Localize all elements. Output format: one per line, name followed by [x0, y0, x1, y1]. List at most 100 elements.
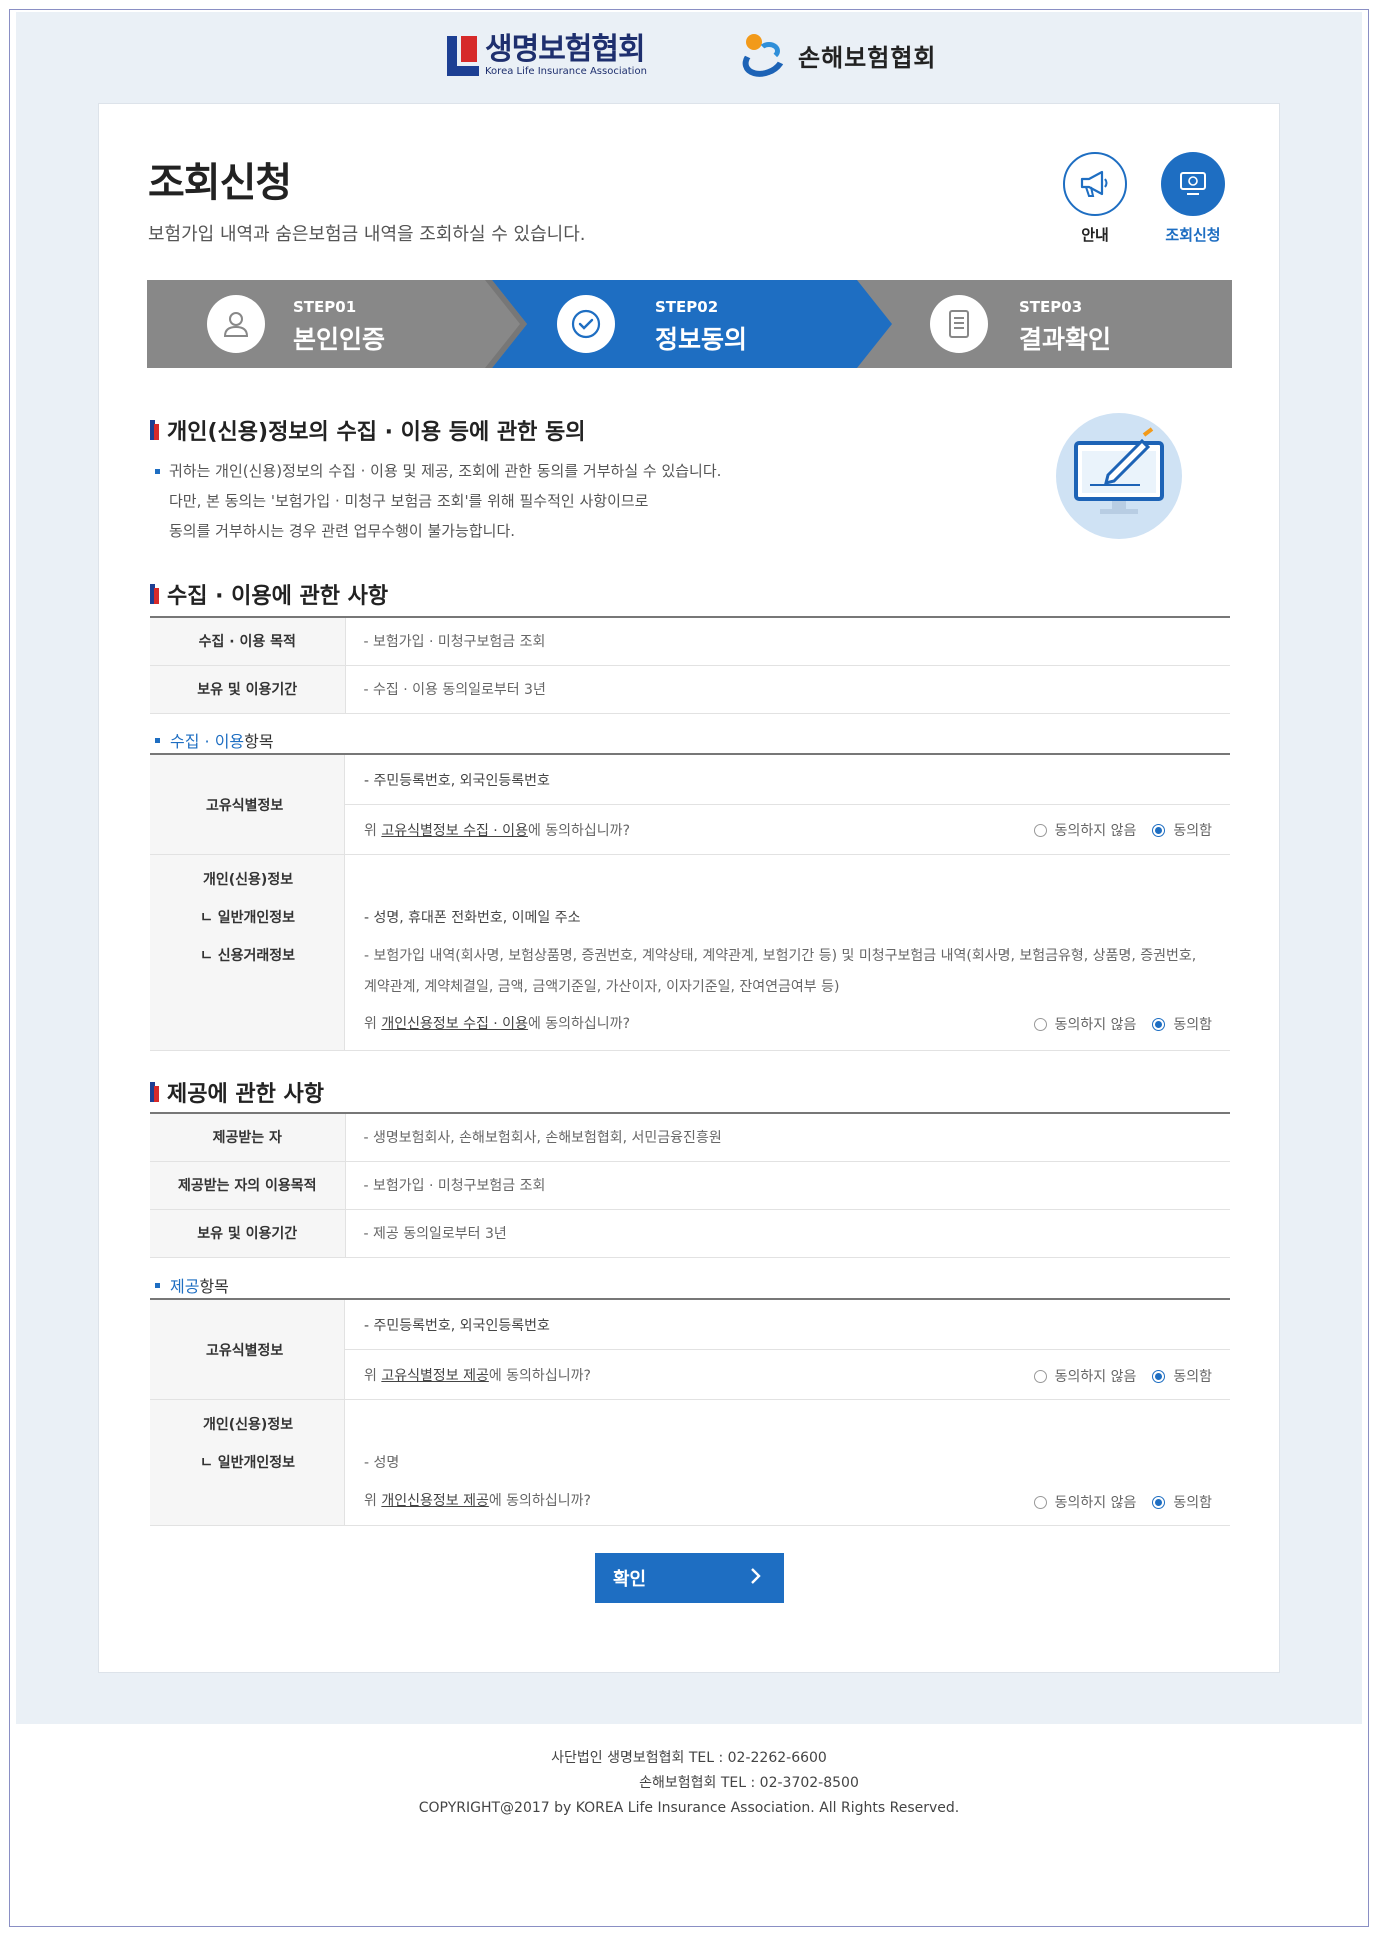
page-title: 조회신청	[148, 160, 292, 206]
provide-purpose-key: 제공받는 자의 이용목적	[150, 1161, 346, 1210]
provide-personal-question: 위 개인신용정보 제공에 동의하십니까?	[364, 1493, 591, 1509]
step-3-number: STEP03	[1019, 298, 1083, 316]
collect-title-text: 수집 · 이용에 관한 사항	[167, 584, 389, 609]
section-flag-icon	[150, 1082, 159, 1102]
step-2-number: STEP02	[655, 298, 719, 316]
provide-personal-key-1: 개인(신용)정보	[203, 1417, 294, 1433]
table-row: 제공받는 자 - 생명보험회사, 손해보험회사, 손해보험협회, 서민금융진흥원	[150, 1113, 1230, 1162]
nonlife-logo-kr: 손해보험협회	[798, 43, 937, 72]
collect-uid-question: 위 고유식별정보 수집 · 이용에 동의하십니까?	[364, 823, 630, 839]
check-circle-icon	[557, 295, 615, 353]
collect-uid-disagree-radio[interactable]: 동의하지 않음	[1033, 820, 1136, 840]
provide-recipient-key: 제공받는 자	[150, 1113, 346, 1162]
provide-uid-value: - 주민등록번호, 외국인등록번호	[364, 1318, 550, 1334]
consent-title-text: 개인(신용)정보의 수집 · 이용 등에 관한 동의	[167, 420, 586, 445]
consent-intro: 귀하는 개인(신용)정보의 수집 · 이용 및 제공, 조회에 관한 동의를 거…	[155, 456, 721, 546]
provide-items-block: 고유식별정보 - 주민등록번호, 외국인등록번호 위 고유식별정보 제공에 동의…	[150, 1298, 1230, 1526]
collect-personal-key-cell: 개인(신용)정보 ㄴ 일반개인정보 ㄴ 신용거래정보	[150, 855, 345, 1051]
table-row: 보유 및 이용기간 - 수집 · 이용 동의일로부터 3년	[150, 665, 1230, 714]
collect-personal-disagree-radio[interactable]: 동의하지 않음	[1033, 1014, 1136, 1034]
confirm-button[interactable]: 확인	[595, 1553, 784, 1603]
collect-info-table: 수집 · 이용 목적 - 보험가입 · 미청구보험금 조회 보유 및 이용기간 …	[150, 616, 1230, 714]
collect-personal-value-1: - 성명, 휴대폰 전화번호, 이메일 주소	[364, 910, 581, 926]
collect-uid-key-cell: 고유식별정보	[150, 755, 345, 855]
provide-purpose-value: - 보험가입 · 미청구보험금 조회	[345, 1161, 1230, 1210]
step-2-name: 정보동의	[655, 325, 748, 354]
collect-period-value: - 수집 · 이용 동의일로부터 3년	[345, 665, 1230, 714]
page-subtitle: 보험가입 내역과 숨은보험금 내역을 조회하실 수 있습니다.	[148, 224, 586, 245]
provide-uid-key-cell: 고유식별정보	[150, 1300, 345, 1400]
provide-personal-radio-group: 동의하지 않음 동의함	[1018, 1492, 1212, 1512]
provide-uid-agree-radio[interactable]: 동의함	[1152, 1366, 1212, 1386]
provide-personal-key-2: ㄴ 일반개인정보	[200, 1455, 296, 1471]
provide-uid-key: 고유식별정보	[206, 1343, 284, 1359]
collect-items-rest: 항목	[244, 732, 274, 751]
guide-button[interactable]: 안내	[1063, 152, 1127, 245]
monitor-pen-illustration-icon	[1056, 413, 1182, 539]
collect-personal-value-2b: 계약관계, 계약체결일, 금액, 금액기준일, 가산이자, 이자기준일, 잔여연…	[364, 979, 840, 995]
collect-personal-agree-radio[interactable]: 동의함	[1152, 1014, 1212, 1034]
megaphone-icon	[1063, 152, 1127, 216]
collect-items-heading: 수집 · 이용 항목	[155, 728, 274, 752]
intro-line-1: 귀하는 개인(신용)정보의 수집 · 이용 및 제공, 조회에 관한 동의를 거…	[169, 462, 722, 480]
step-indicator: STEP01 본인인증 STEP02 정보동의 STEP03 결과확인	[147, 280, 1232, 368]
provide-period-key: 보유 및 이용기간	[150, 1209, 346, 1258]
step-1-name: 본인인증	[293, 325, 386, 354]
footer: 사단법인 생명보험협회 TEL : 02-2262-6600 손해보험협회 TE…	[16, 1724, 1362, 1924]
life-logo-mark-icon	[447, 34, 479, 78]
section-flag-icon	[150, 420, 159, 440]
collect-personal-key-2: ㄴ 일반개인정보	[200, 910, 296, 926]
collect-personal-key-3: ㄴ 신용거래정보	[200, 948, 296, 964]
person-icon	[207, 295, 265, 353]
collect-personal-radio-group: 동의하지 않음 동의함	[1018, 1014, 1212, 1034]
collect-period-key: 보유 및 이용기간	[150, 665, 346, 714]
collect-personal-key-1: 개인(신용)정보	[203, 872, 294, 888]
provide-info-table: 제공받는 자 - 생명보험회사, 손해보험회사, 손해보험협회, 서민금융진흥원…	[150, 1112, 1230, 1258]
provide-items-rest: 항목	[199, 1277, 229, 1296]
provide-personal-agree-radio[interactable]: 동의함	[1152, 1492, 1212, 1512]
provide-section-title: 제공에 관한 사항	[150, 1076, 324, 1108]
life-insurance-association-logo[interactable]: 생명보험협회 Korea Life Insurance Association	[447, 33, 647, 79]
consent-section-title: 개인(신용)정보의 수집 · 이용 등에 관한 동의	[150, 414, 586, 446]
collect-uid-key: 고유식별정보	[206, 798, 284, 814]
collect-uid-radio-group: 동의하지 않음 동의함	[1018, 820, 1212, 840]
apply-label: 조회신청	[1165, 226, 1221, 244]
table-row: 제공받는 자의 이용목적 - 보험가입 · 미청구보험금 조회	[150, 1161, 1230, 1210]
provide-items-hl: 제공	[170, 1277, 200, 1296]
provide-uid-disagree-radio[interactable]: 동의하지 않음	[1033, 1366, 1136, 1386]
step-3: STEP03 결과확인	[857, 280, 1232, 368]
provide-personal-value-1: - 성명	[364, 1455, 400, 1471]
intro-line-2: 다만, 본 동의는 '보험가입 · 미청구 보험금 조회'를 위해 필수적인 사…	[169, 492, 649, 510]
footer-copyright: COPYRIGHT@2017 by KOREA Life Insurance A…	[418, 1800, 960, 1816]
collect-uid-value: - 주민등록번호, 외국인등록번호	[364, 773, 550, 789]
table-row: 수집 · 이용 목적 - 보험가입 · 미청구보험금 조회	[150, 617, 1230, 666]
footer-line-1: 사단법인 생명보험협회 TEL : 02-2262-6600	[551, 1750, 827, 1766]
life-logo-kr: 생명보험협회	[485, 32, 646, 67]
collect-personal-value-2a: - 보험가입 내역(회사명, 보험상품명, 증권번호, 계약상태, 계약관계, …	[364, 948, 1197, 964]
section-flag-icon	[150, 584, 159, 604]
provide-recipient-value: - 생명보험회사, 손해보험회사, 손해보험협회, 서민금융진흥원	[345, 1113, 1230, 1162]
provide-personal-key-cell: 개인(신용)정보 ㄴ 일반개인정보	[150, 1400, 345, 1526]
step-1-number: STEP01	[293, 298, 357, 316]
nonlife-insurance-association-logo[interactable]: 손해보험협회	[737, 30, 937, 83]
collect-purpose-key: 수집 · 이용 목적	[150, 617, 346, 666]
provide-uid-question: 위 고유식별정보 제공에 동의하십니까?	[364, 1368, 591, 1384]
apply-button[interactable]: 조회신청	[1161, 152, 1225, 245]
collect-personal-question: 위 개인신용정보 수집 · 이용에 동의하십니까?	[364, 1016, 630, 1032]
collect-items-block: 고유식별정보 - 주민등록번호, 외국인등록번호 위 고유식별정보 수집 · 이…	[150, 753, 1230, 1051]
footer-line-2: 손해보험협회 TEL : 02-3702-8500	[639, 1775, 859, 1791]
nonlife-logo-mark-icon	[737, 32, 791, 83]
collect-section-title: 수집 · 이용에 관한 사항	[150, 578, 388, 610]
life-logo-en: Korea Life Insurance Association	[485, 66, 647, 77]
provide-uid-radio-group: 동의하지 않음 동의함	[1018, 1366, 1212, 1386]
confirm-label: 확인	[613, 1569, 647, 1590]
provide-items-heading: 제공 항목	[155, 1273, 229, 1297]
guide-label: 안내	[1081, 226, 1109, 244]
provide-personal-disagree-radio[interactable]: 동의하지 않음	[1033, 1492, 1136, 1512]
chevron-right-icon	[750, 1567, 762, 1590]
step-3-name: 결과확인	[1019, 325, 1112, 354]
collect-uid-agree-radio[interactable]: 동의함	[1152, 820, 1212, 840]
collect-purpose-value: - 보험가입 · 미청구보험금 조회	[345, 617, 1230, 666]
step-2: STEP02 정보동의	[492, 280, 857, 368]
document-icon	[930, 295, 988, 353]
